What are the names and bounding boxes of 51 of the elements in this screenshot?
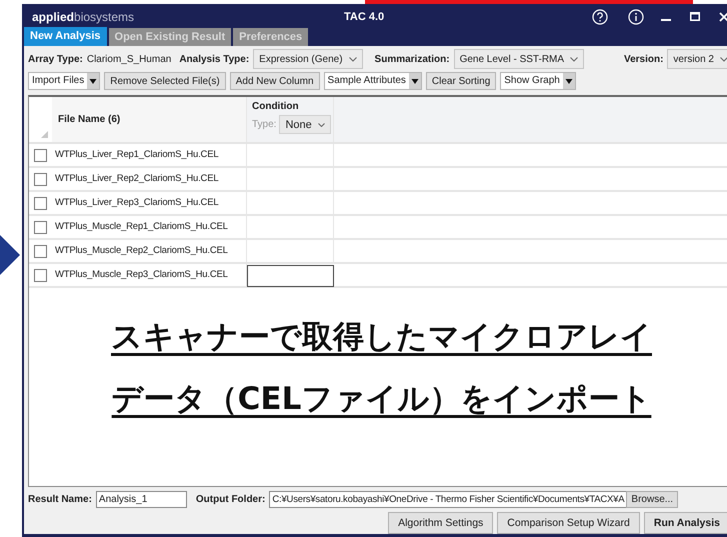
help-icon[interactable]: [592, 8, 608, 24]
field-label: Result Name:: [28, 494, 92, 504]
type-label: Type:: [252, 119, 276, 130]
button[interactable]: Run Analysis: [644, 512, 727, 534]
dropdown[interactable]: Expression (Gene): [253, 49, 363, 69]
column-header[interactable]: Condition: [252, 101, 333, 112]
caption-text: データ（CELファイル）をインポート: [112, 380, 652, 419]
field-value: Clariom_S_Human: [86, 54, 172, 64]
button[interactable]: Algorithm Settings: [388, 512, 494, 534]
table-cell: WTPlus_Muscle_Rep3_ClariomS_Hu.CEL: [52, 264, 247, 286]
maximize-icon[interactable]: [690, 12, 700, 21]
table-cell: WTPlus_Liver_Rep3_ClariomS_Hu.CEL: [52, 192, 247, 214]
chevron-down-icon: [318, 122, 325, 126]
chevron-down-icon: [348, 56, 357, 62]
dropdown[interactable]: Gene Level - SST-RMA: [454, 49, 584, 69]
type-dropdown[interactable]: None: [279, 115, 331, 134]
table-cell: WTPlus_Liver_Rep2_ClariomS_Hu.CEL: [52, 168, 247, 190]
field-label: Version:: [624, 54, 664, 64]
button[interactable]: Comparison Setup Wizard: [497, 512, 640, 534]
arrow-icon: [0, 235, 20, 275]
close-icon[interactable]: [719, 12, 727, 22]
caption-text: スキャナーで取得したマイクロアレイ: [111, 318, 652, 357]
toolbar-button[interactable]: Add New Column: [230, 72, 320, 90]
chevron-down-icon: [570, 56, 578, 62]
input-field[interactable]: C:¥Users¥satoru.kobayashi¥OneDrive - Thermo Fisher Scientific¥Documents¥TACX¥A: [269, 490, 628, 508]
toolbar-button[interactable]: Remove Selected File(s): [104, 72, 226, 90]
input-field[interactable]: Analysis_1: [96, 490, 187, 508]
toolbar-button[interactable]: Clear Sorting: [426, 72, 496, 90]
dropdown[interactable]: version 2: [667, 49, 727, 69]
corner-icon: [41, 131, 48, 138]
table-cell: WTPlus_Liver_Rep1_ClariomS_Hu.CEL: [52, 144, 247, 166]
info-icon[interactable]: [628, 8, 644, 24]
checkbox[interactable]: [34, 148, 47, 162]
checkbox[interactable]: [34, 244, 47, 258]
field-label: Array Type:: [28, 54, 83, 64]
field-label: Summarization:: [374, 54, 450, 64]
checkbox[interactable]: [34, 196, 47, 210]
tab[interactable]: New Analysis: [24, 27, 107, 46]
brand-logo: appliedbiosystems: [32, 10, 136, 24]
field-label: Analysis Type:: [179, 54, 250, 64]
field-label: Output Folder:: [196, 494, 266, 504]
browse-button[interactable]: Browse...: [626, 490, 678, 508]
input-field[interactable]: [247, 265, 334, 287]
table-cell: WTPlus_Muscle_Rep1_ClariomS_Hu.CEL: [52, 216, 247, 238]
chevron-down-icon: [720, 56, 727, 62]
window-title: TAC 4.0: [344, 10, 386, 22]
checkbox[interactable]: [34, 172, 47, 186]
column-header[interactable]: File Name (6): [58, 114, 120, 125]
checkbox[interactable]: [34, 220, 47, 234]
checkbox[interactable]: [34, 268, 47, 282]
table-cell: WTPlus_Muscle_Rep2_ClariomS_Hu.CEL: [52, 240, 247, 262]
